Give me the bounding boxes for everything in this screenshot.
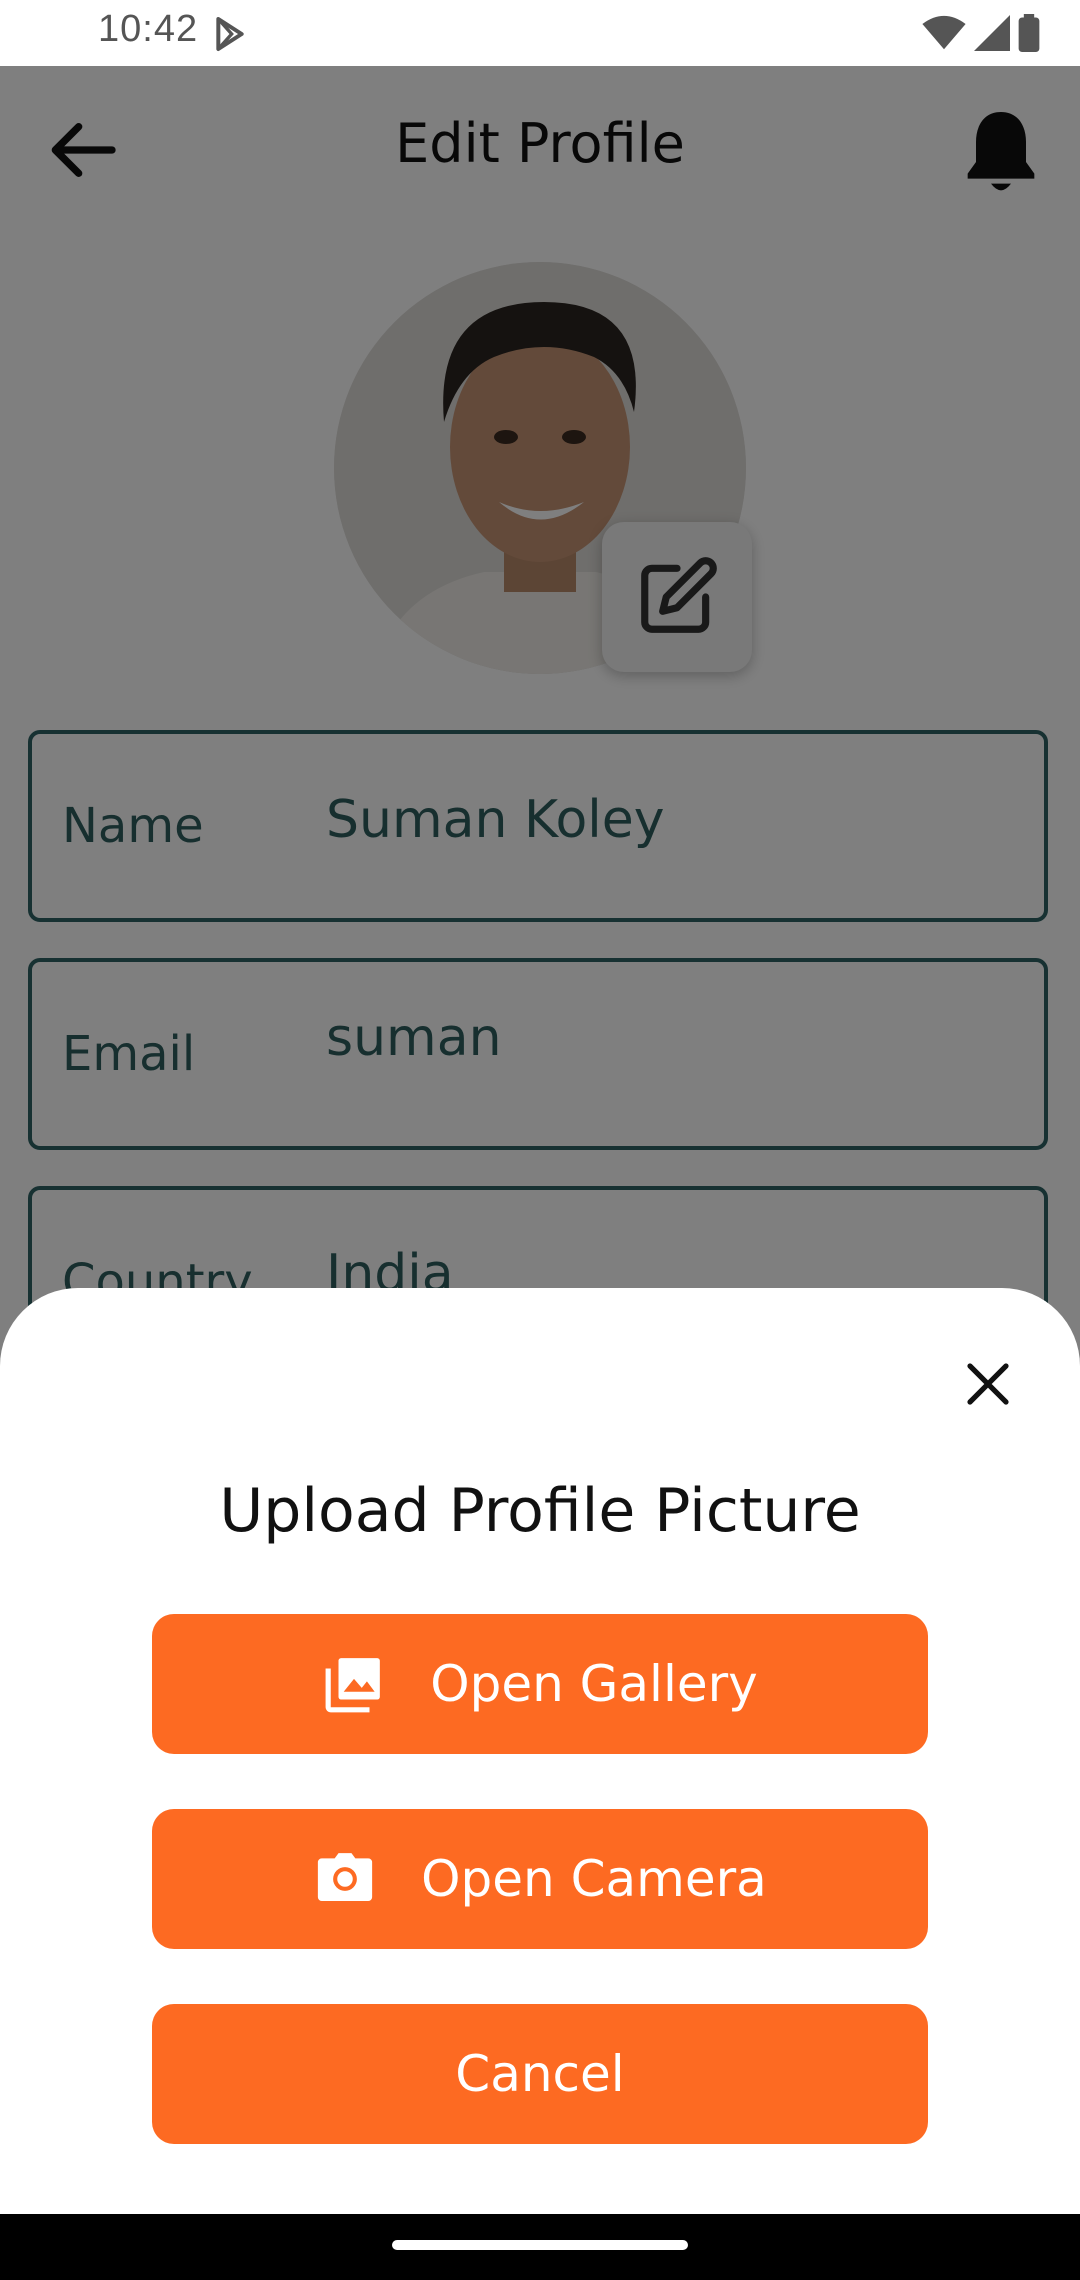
open-gallery-label: Open Gallery — [430, 1655, 758, 1713]
upload-picture-sheet: Upload Profile Picture Open Gallery Open… — [0, 1288, 1080, 2214]
open-camera-button[interactable]: Open Camera — [152, 1809, 928, 1949]
close-icon — [967, 1363, 1009, 1405]
navigation-bar — [0, 2214, 1080, 2280]
home-indicator[interactable] — [392, 2240, 688, 2250]
sheet-title: Upload Profile Picture — [219, 1476, 861, 1546]
open-gallery-button[interactable]: Open Gallery — [152, 1614, 928, 1754]
play-store-icon — [216, 17, 244, 51]
cancel-button[interactable]: Cancel — [152, 2004, 928, 2144]
cancel-label: Cancel — [455, 2045, 625, 2103]
status-bar: 10:42 — [0, 0, 1080, 66]
camera-icon — [313, 1847, 377, 1911]
gallery-icon — [322, 1652, 386, 1716]
status-icons — [922, 14, 1040, 52]
close-button[interactable] — [958, 1354, 1018, 1414]
battery-icon — [1018, 14, 1040, 52]
status-time: 10:42 — [98, 8, 199, 50]
open-camera-label: Open Camera — [421, 1850, 767, 1908]
signal-icon — [974, 15, 1010, 51]
wifi-icon — [922, 15, 966, 50]
